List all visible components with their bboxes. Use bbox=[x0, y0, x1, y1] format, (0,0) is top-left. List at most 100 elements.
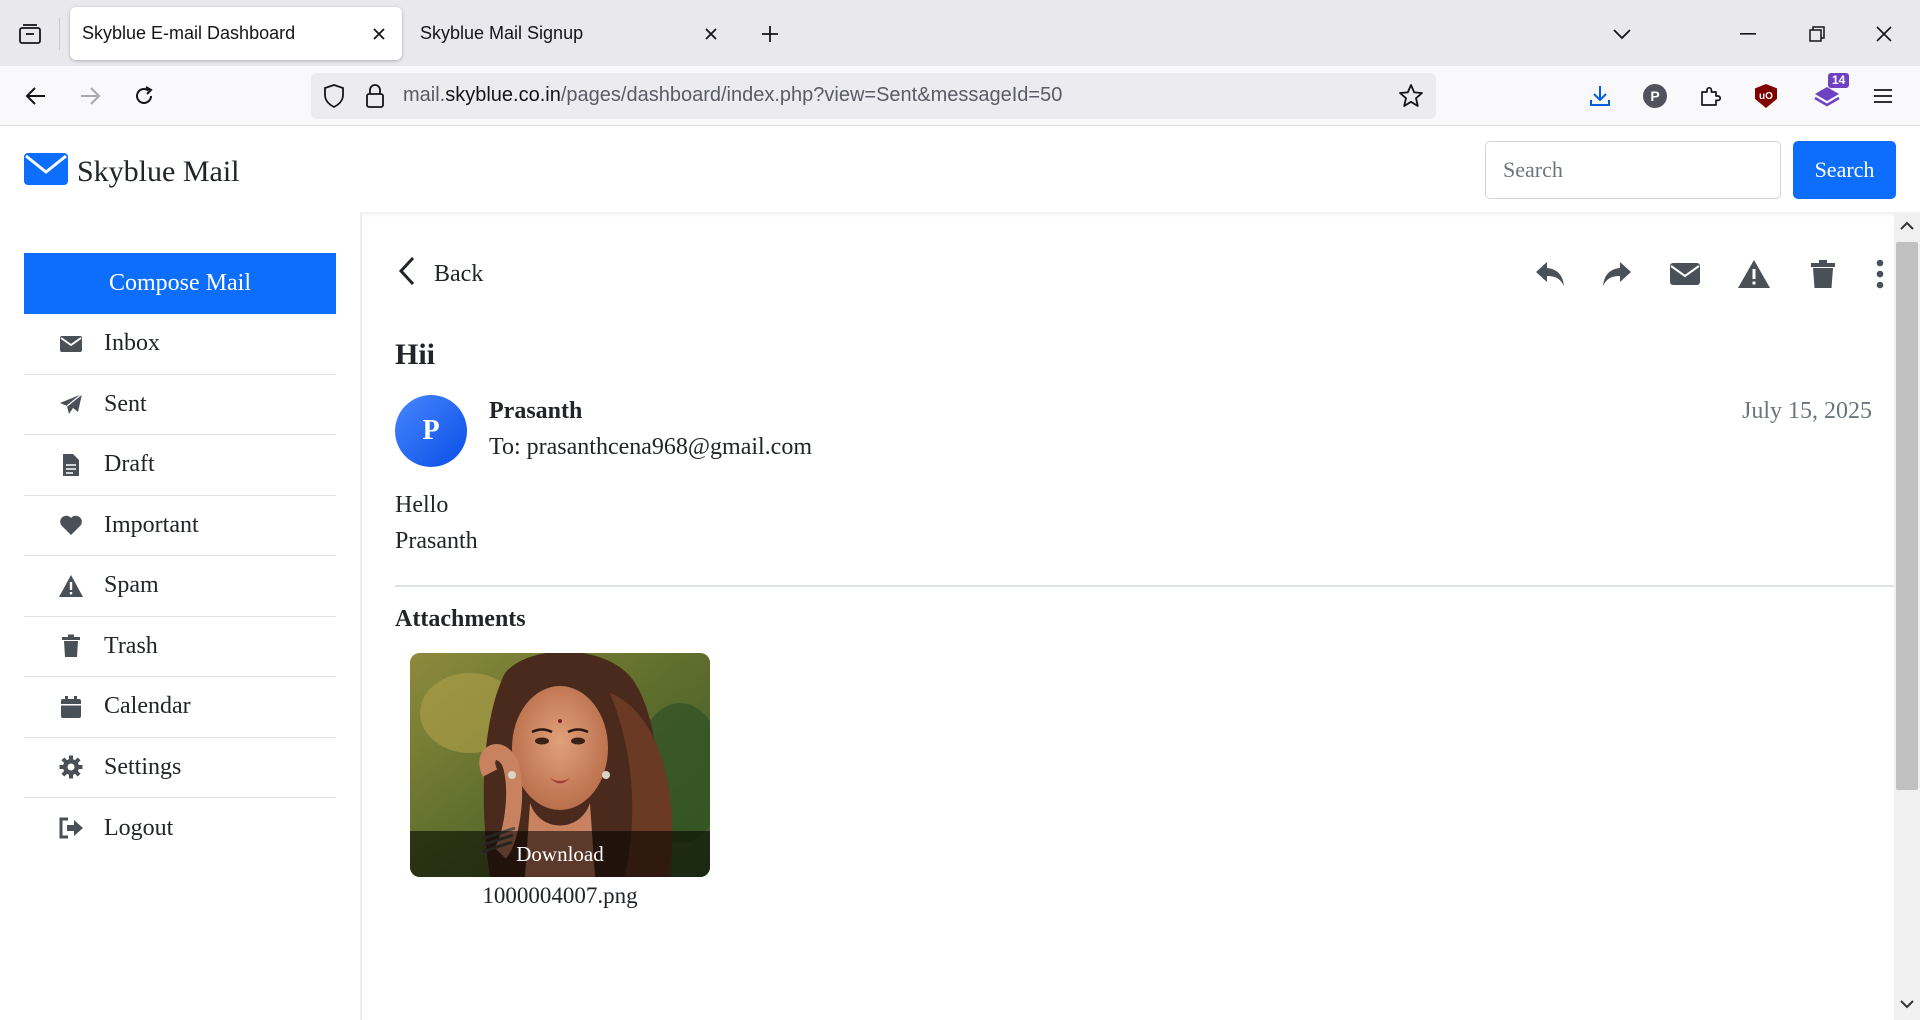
tab-title: Skyblue Mail Signup bbox=[420, 23, 584, 43]
sidebar: Compose Mail Inbox Sent Draft Important … bbox=[0, 212, 362, 1020]
close-tab-icon[interactable] bbox=[694, 17, 728, 51]
search-button[interactable]: Search bbox=[1793, 141, 1896, 199]
report-spam-icon[interactable] bbox=[1734, 254, 1774, 294]
reply-icon[interactable] bbox=[1530, 254, 1570, 294]
message-date: July 15, 2025 bbox=[1741, 398, 1872, 424]
reload-icon[interactable] bbox=[124, 76, 164, 116]
url-text[interactable]: mail.skyblue.co.in/pages/dashboard/index… bbox=[403, 84, 1062, 107]
sidebar-item-label: Inbox bbox=[104, 330, 160, 357]
hamburger-menu-icon[interactable] bbox=[1866, 79, 1900, 113]
new-tab-icon[interactable] bbox=[752, 17, 788, 51]
chevron-down-icon[interactable] bbox=[1604, 17, 1640, 51]
minimize-icon[interactable] bbox=[1724, 14, 1772, 54]
envelope-logo-icon bbox=[23, 151, 69, 192]
tab-skyblue-dashboard[interactable]: Skyblue E-mail Dashboard bbox=[70, 7, 402, 60]
forward-icon[interactable] bbox=[1597, 254, 1637, 294]
sidebar-item-important[interactable]: Important bbox=[24, 496, 336, 556]
sidebar-item-settings[interactable]: Settings bbox=[24, 738, 336, 798]
url-prefix: mail. bbox=[403, 84, 446, 106]
message-subject: Hii bbox=[395, 338, 436, 371]
logout-icon bbox=[54, 817, 88, 839]
sidebar-item-sent[interactable]: Sent bbox=[24, 375, 336, 435]
sidebar-menu: Inbox Sent Draft Important Spam Trash Ca… bbox=[24, 314, 336, 859]
sidebar-item-calendar[interactable]: Calendar bbox=[24, 677, 336, 738]
extension-stack-icon[interactable]: 14 bbox=[1810, 73, 1850, 113]
sidebar-item-label: Logout bbox=[104, 814, 174, 841]
sidebar-item-trash[interactable]: Trash bbox=[24, 617, 336, 677]
search-input[interactable] bbox=[1485, 141, 1781, 199]
sidebar-item-label: Calendar bbox=[104, 693, 191, 720]
sidebar-item-draft[interactable]: Draft bbox=[24, 435, 336, 496]
extensions-puzzle-icon[interactable] bbox=[1693, 79, 1727, 113]
close-window-icon[interactable] bbox=[1860, 14, 1908, 54]
file-icon bbox=[54, 453, 88, 477]
message-body: Hello Prasanth bbox=[395, 487, 478, 559]
lock-icon[interactable] bbox=[365, 83, 385, 115]
warning-icon bbox=[54, 574, 88, 598]
sidebar-item-label: Trash bbox=[104, 632, 158, 659]
scrollbar-thumb[interactable] bbox=[1896, 242, 1918, 790]
app-header: Skyblue Mail Search bbox=[0, 127, 1920, 212]
scroll-down-icon[interactable] bbox=[1900, 996, 1914, 1014]
envelope-icon bbox=[54, 334, 88, 354]
sidebar-item-logout[interactable]: Logout bbox=[24, 798, 336, 859]
tab-title: Skyblue E-mail Dashboard bbox=[82, 23, 296, 43]
compose-mail-button[interactable]: Compose Mail bbox=[24, 253, 336, 314]
sidebar-item-spam[interactable]: Spam bbox=[24, 556, 336, 617]
restore-icon[interactable] bbox=[1793, 14, 1841, 54]
back-button[interactable]: Back bbox=[398, 256, 483, 293]
url-path: /pages/dashboard/index.php?view=Sent&mes… bbox=[560, 84, 1063, 106]
bookmark-star-icon[interactable] bbox=[1398, 83, 1424, 115]
heart-icon bbox=[54, 514, 88, 536]
brand-name: Skyblue Mail bbox=[77, 154, 240, 188]
paper-plane-icon bbox=[54, 393, 88, 415]
gear-icon bbox=[54, 755, 88, 779]
ublock-label: uO bbox=[1755, 84, 1777, 108]
extension-count-badge: 14 bbox=[1828, 73, 1850, 88]
scrollbar[interactable] bbox=[1894, 212, 1920, 1020]
browser-tab-bar: Skyblue E-mail Dashboard Skyblue Mail Si… bbox=[0, 0, 1920, 66]
address-bar[interactable]: mail.skyblue.co.in/pages/dashboard/index… bbox=[311, 73, 1436, 119]
profile-initial: P bbox=[1643, 84, 1667, 108]
download-button[interactable]: Download bbox=[410, 831, 710, 877]
body-line: Hello bbox=[395, 492, 449, 518]
avatar: P bbox=[395, 395, 467, 467]
browser-nav-bar: mail.skyblue.co.in/pages/dashboard/index… bbox=[0, 66, 1920, 126]
close-tab-icon[interactable] bbox=[362, 17, 396, 51]
attachment-thumbnail[interactable]: Download bbox=[410, 653, 710, 877]
scroll-up-icon[interactable] bbox=[1900, 218, 1914, 236]
sidebar-item-label: Important bbox=[104, 511, 199, 538]
url-domain: skyblue.co.in bbox=[445, 84, 561, 106]
calendar-icon bbox=[54, 695, 88, 719]
back-arrow-icon[interactable] bbox=[16, 76, 56, 116]
tab-separator bbox=[59, 18, 60, 50]
body-line: Prasanth bbox=[395, 528, 478, 554]
divider bbox=[395, 585, 1894, 587]
sidebar-item-inbox[interactable]: Inbox bbox=[24, 314, 336, 375]
sidebar-item-label: Sent bbox=[104, 390, 147, 417]
chevron-left-icon bbox=[398, 256, 416, 293]
profile-extension-icon[interactable]: P bbox=[1638, 79, 1672, 113]
message-view: Back Hii P Prasanth To: prasanthcena968@g… bbox=[362, 212, 1894, 1020]
recipient-line: To: prasanthcena968@gmail.com bbox=[489, 434, 812, 461]
attachment-item: Download 1000004007.png bbox=[410, 653, 710, 909]
envelope-icon[interactable] bbox=[1665, 254, 1705, 294]
recipient-email: prasanthcena968@gmail.com bbox=[526, 434, 812, 460]
forward-arrow-icon[interactable] bbox=[70, 76, 110, 116]
download-icon[interactable] bbox=[1583, 79, 1617, 113]
attachments-heading: Attachments bbox=[395, 606, 526, 632]
sender-name: Prasanth bbox=[489, 398, 583, 424]
sidebar-item-label: Draft bbox=[104, 451, 155, 478]
tracking-shield-icon[interactable] bbox=[323, 83, 345, 115]
to-label: To: bbox=[489, 434, 521, 460]
attachment-filename: 1000004007.png bbox=[482, 883, 638, 908]
ublock-icon[interactable]: uO bbox=[1749, 79, 1783, 113]
trash-icon[interactable] bbox=[1803, 254, 1843, 294]
tab-overview-icon[interactable] bbox=[14, 20, 46, 48]
sidebar-item-label: Settings bbox=[104, 753, 182, 780]
tab-skyblue-signup[interactable]: Skyblue Mail Signup bbox=[408, 7, 734, 60]
back-label: Back bbox=[434, 261, 484, 287]
trash-icon bbox=[54, 634, 88, 658]
sidebar-item-label: Spam bbox=[104, 572, 159, 599]
brand[interactable]: Skyblue Mail bbox=[23, 151, 240, 192]
